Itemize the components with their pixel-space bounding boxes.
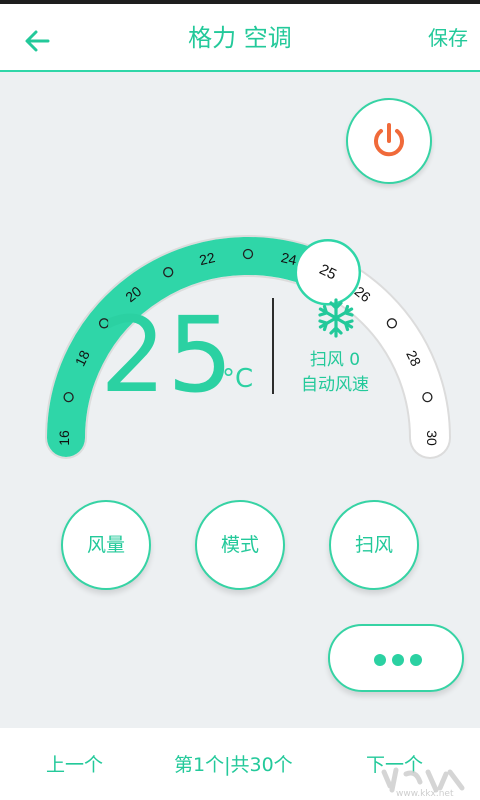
swing-status: 扫风 0	[309, 350, 361, 370]
power-icon	[374, 123, 404, 157]
page-indicator: 第1个|共30个	[174, 754, 293, 776]
svg-text:www.kkx.net: www.kkx.net	[396, 789, 454, 798]
mode-button[interactable]: 模式	[195, 500, 285, 590]
site-watermark-logo: www.kkx.net	[381, 767, 465, 798]
top-bar: 格力 空调 保存	[0, 4, 480, 72]
divider	[272, 298, 274, 394]
dial-scale-label-30: 30	[424, 430, 440, 446]
save-button[interactable]: 保存	[428, 4, 468, 72]
swing-button[interactable]: 扫风	[329, 500, 419, 590]
snowflake-icon	[318, 298, 354, 338]
current-temperature: 25	[100, 294, 235, 416]
fan-speed-status: 自动风速	[301, 375, 369, 395]
more-button[interactable]	[328, 624, 464, 692]
power-button[interactable]	[346, 98, 432, 184]
temperature-unit: °C	[222, 364, 254, 394]
temperature-knob[interactable]: 25	[294, 238, 362, 306]
page-title: 格力 空调	[188, 24, 292, 52]
previous-button[interactable]: 上一个	[46, 750, 103, 777]
dial-scale-label-16: 16	[56, 430, 72, 446]
arrow-left-icon[interactable]	[22, 26, 52, 56]
fan-volume-button[interactable]: 风量	[61, 500, 151, 590]
